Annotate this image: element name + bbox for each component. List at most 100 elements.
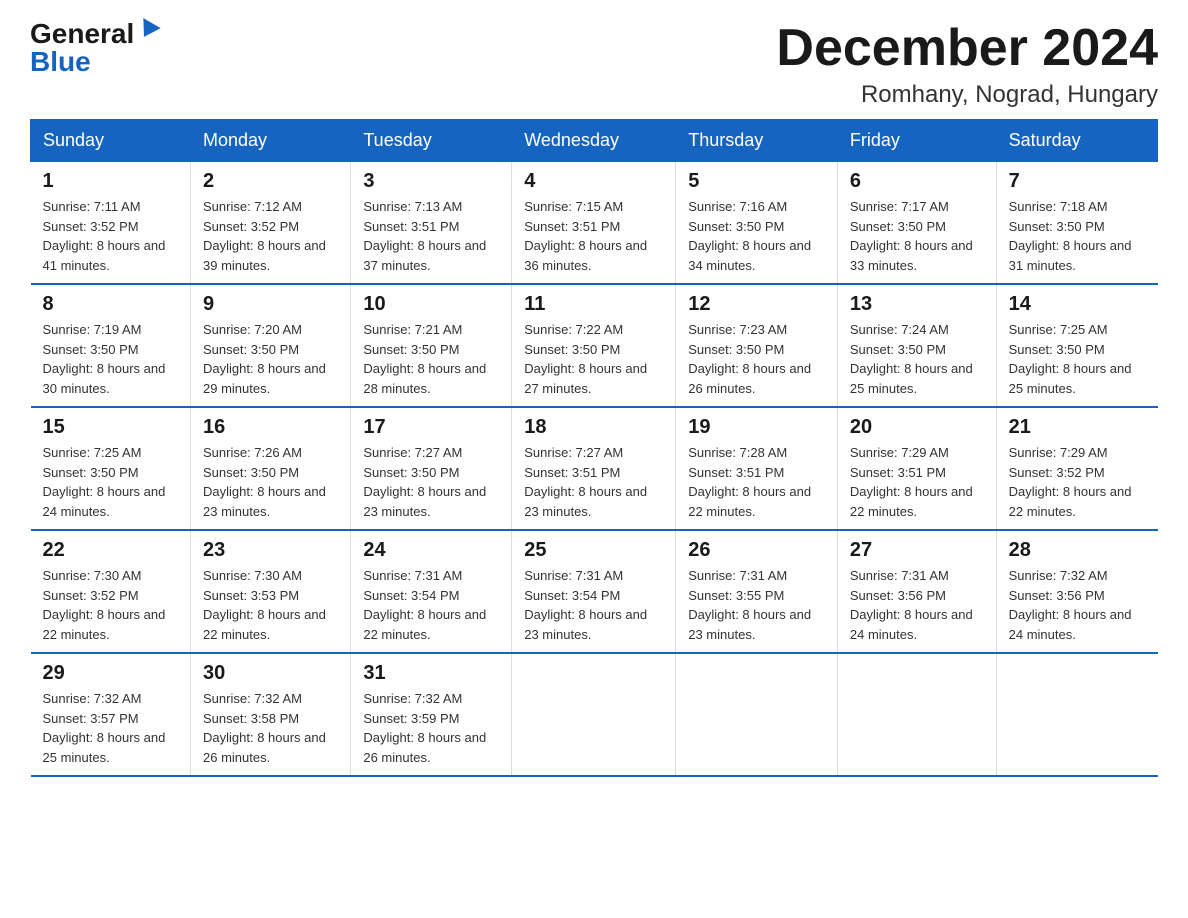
calendar-day-cell: 2 Sunrise: 7:12 AMSunset: 3:52 PMDaylight… xyxy=(191,162,351,285)
calendar-day-cell: 17 Sunrise: 7:27 AMSunset: 3:50 PMDayligh… xyxy=(351,407,512,530)
day-number: 24 xyxy=(363,539,499,562)
day-number: 23 xyxy=(203,539,338,562)
calendar-day-cell: 31 Sunrise: 7:32 AMSunset: 3:59 PMDayligh… xyxy=(351,653,512,776)
calendar-day-cell: 11Sunrise: 7:22 AMSunset: 3:50 PMDayligh… xyxy=(512,284,676,407)
calendar-day-cell xyxy=(512,653,676,776)
calendar-week-row: 29Sunrise: 7:32 AMSunset: 3:57 PMDayligh… xyxy=(31,653,1158,776)
day-number: 28 xyxy=(1009,539,1146,562)
calendar-day-cell: 25 Sunrise: 7:31 AMSunset: 3:54 PMDayligh… xyxy=(512,530,676,653)
day-number: 16 xyxy=(203,416,338,439)
calendar-day-cell: 14 Sunrise: 7:25 AMSunset: 3:50 PMDayligh… xyxy=(996,284,1157,407)
location-title: Romhany, Nograd, Hungary xyxy=(776,81,1158,109)
day-number: 20 xyxy=(850,416,984,439)
calendar-day-cell: 3 Sunrise: 7:13 AMSunset: 3:51 PMDaylight… xyxy=(351,162,512,285)
header-monday: Monday xyxy=(191,120,351,162)
calendar-day-cell: 15 Sunrise: 7:25 AMSunset: 3:50 PMDayligh… xyxy=(31,407,191,530)
calendar-day-cell: 8 Sunrise: 7:19 AMSunset: 3:50 PMDaylight… xyxy=(31,284,191,407)
day-info: Sunrise: 7:25 AMSunset: 3:50 PMDaylight:… xyxy=(43,443,179,521)
day-number: 3 xyxy=(363,170,499,193)
logo: General Blue xyxy=(30,20,158,76)
day-info: Sunrise: 7:20 AMSunset: 3:50 PMDaylight:… xyxy=(203,320,338,398)
day-number: 7 xyxy=(1009,170,1146,193)
header-wednesday: Wednesday xyxy=(512,120,676,162)
day-info: Sunrise: 7:16 AMSunset: 3:50 PMDaylight:… xyxy=(688,197,825,275)
day-number: 17 xyxy=(363,416,499,439)
day-info: Sunrise: 7:29 AMSunset: 3:51 PMDaylight:… xyxy=(850,443,984,521)
title-area: December 2024 Romhany, Nograd, Hungary xyxy=(776,20,1158,109)
day-number: 1 xyxy=(43,170,179,193)
calendar-day-cell: 27 Sunrise: 7:31 AMSunset: 3:56 PMDayligh… xyxy=(837,530,996,653)
day-info: Sunrise: 7:15 AMSunset: 3:51 PMDaylight:… xyxy=(524,197,663,275)
calendar-week-row: 8 Sunrise: 7:19 AMSunset: 3:50 PMDaylight… xyxy=(31,284,1158,407)
day-number: 2 xyxy=(203,170,338,193)
day-number: 21 xyxy=(1009,416,1146,439)
calendar-day-cell: 30 Sunrise: 7:32 AMSunset: 3:58 PMDayligh… xyxy=(191,653,351,776)
calendar-day-cell: 1 Sunrise: 7:11 AMSunset: 3:52 PMDaylight… xyxy=(31,162,191,285)
calendar-table: Sunday Monday Tuesday Wednesday Thursday… xyxy=(30,119,1158,777)
day-info: Sunrise: 7:13 AMSunset: 3:51 PMDaylight:… xyxy=(363,197,499,275)
day-info: Sunrise: 7:30 AMSunset: 3:52 PMDaylight:… xyxy=(43,566,179,644)
calendar-day-cell: 26Sunrise: 7:31 AMSunset: 3:55 PMDayligh… xyxy=(676,530,838,653)
day-info: Sunrise: 7:21 AMSunset: 3:50 PMDaylight:… xyxy=(363,320,499,398)
day-number: 27 xyxy=(850,539,984,562)
day-info: Sunrise: 7:31 AMSunset: 3:54 PMDaylight:… xyxy=(524,566,663,644)
day-number: 8 xyxy=(43,293,179,316)
header-saturday: Saturday xyxy=(996,120,1157,162)
day-info: Sunrise: 7:25 AMSunset: 3:50 PMDaylight:… xyxy=(1009,320,1146,398)
day-number: 22 xyxy=(43,539,179,562)
day-info: Sunrise: 7:32 AMSunset: 3:56 PMDaylight:… xyxy=(1009,566,1146,644)
day-number: 30 xyxy=(203,662,338,685)
calendar-day-cell: 13 Sunrise: 7:24 AMSunset: 3:50 PMDayligh… xyxy=(837,284,996,407)
calendar-week-row: 1 Sunrise: 7:11 AMSunset: 3:52 PMDaylight… xyxy=(31,162,1158,285)
day-info: Sunrise: 7:12 AMSunset: 3:52 PMDaylight:… xyxy=(203,197,338,275)
calendar-day-cell: 19Sunrise: 7:28 AMSunset: 3:51 PMDayligh… xyxy=(676,407,838,530)
header-friday: Friday xyxy=(837,120,996,162)
logo-general-text: General xyxy=(30,20,134,48)
day-number: 11 xyxy=(524,293,663,316)
calendar-week-row: 15 Sunrise: 7:25 AMSunset: 3:50 PMDayligh… xyxy=(31,407,1158,530)
calendar-day-cell: 6Sunrise: 7:17 AMSunset: 3:50 PMDaylight… xyxy=(837,162,996,285)
day-number: 14 xyxy=(1009,293,1146,316)
day-info: Sunrise: 7:24 AMSunset: 3:50 PMDaylight:… xyxy=(850,320,984,398)
day-number: 10 xyxy=(363,293,499,316)
calendar-day-cell: 9Sunrise: 7:20 AMSunset: 3:50 PMDaylight… xyxy=(191,284,351,407)
day-info: Sunrise: 7:31 AMSunset: 3:56 PMDaylight:… xyxy=(850,566,984,644)
calendar-day-cell: 10 Sunrise: 7:21 AMSunset: 3:50 PMDayligh… xyxy=(351,284,512,407)
logo-triangle-icon xyxy=(136,18,161,42)
day-info: Sunrise: 7:19 AMSunset: 3:50 PMDaylight:… xyxy=(43,320,179,398)
day-number: 13 xyxy=(850,293,984,316)
calendar-body: 1 Sunrise: 7:11 AMSunset: 3:52 PMDaylight… xyxy=(31,162,1158,777)
calendar-day-cell: 29Sunrise: 7:32 AMSunset: 3:57 PMDayligh… xyxy=(31,653,191,776)
header-tuesday: Tuesday xyxy=(351,120,512,162)
calendar-day-cell xyxy=(676,653,838,776)
calendar-day-cell: 28 Sunrise: 7:32 AMSunset: 3:56 PMDayligh… xyxy=(996,530,1157,653)
day-info: Sunrise: 7:27 AMSunset: 3:51 PMDaylight:… xyxy=(524,443,663,521)
weekday-header-row: Sunday Monday Tuesday Wednesday Thursday… xyxy=(31,120,1158,162)
day-info: Sunrise: 7:32 AMSunset: 3:59 PMDaylight:… xyxy=(363,689,499,767)
day-info: Sunrise: 7:11 AMSunset: 3:52 PMDaylight:… xyxy=(43,197,179,275)
day-number: 4 xyxy=(524,170,663,193)
calendar-day-cell: 12 Sunrise: 7:23 AMSunset: 3:50 PMDayligh… xyxy=(676,284,838,407)
day-number: 5 xyxy=(688,170,825,193)
day-info: Sunrise: 7:31 AMSunset: 3:55 PMDaylight:… xyxy=(688,566,825,644)
month-title: December 2024 xyxy=(776,20,1158,77)
day-number: 15 xyxy=(43,416,179,439)
calendar-day-cell: 5 Sunrise: 7:16 AMSunset: 3:50 PMDaylight… xyxy=(676,162,838,285)
day-info: Sunrise: 7:27 AMSunset: 3:50 PMDaylight:… xyxy=(363,443,499,521)
header-sunday: Sunday xyxy=(31,120,191,162)
calendar-day-cell xyxy=(996,653,1157,776)
calendar-day-cell: 22 Sunrise: 7:30 AMSunset: 3:52 PMDayligh… xyxy=(31,530,191,653)
day-number: 12 xyxy=(688,293,825,316)
calendar-header: Sunday Monday Tuesday Wednesday Thursday… xyxy=(31,120,1158,162)
day-number: 31 xyxy=(363,662,499,685)
day-info: Sunrise: 7:32 AMSunset: 3:58 PMDaylight:… xyxy=(203,689,338,767)
day-info: Sunrise: 7:29 AMSunset: 3:52 PMDaylight:… xyxy=(1009,443,1146,521)
day-number: 29 xyxy=(43,662,179,685)
day-number: 18 xyxy=(524,416,663,439)
calendar-day-cell: 7Sunrise: 7:18 AMSunset: 3:50 PMDaylight… xyxy=(996,162,1157,285)
calendar-day-cell: 20 Sunrise: 7:29 AMSunset: 3:51 PMDayligh… xyxy=(837,407,996,530)
day-info: Sunrise: 7:23 AMSunset: 3:50 PMDaylight:… xyxy=(688,320,825,398)
day-number: 6 xyxy=(850,170,984,193)
day-number: 25 xyxy=(524,539,663,562)
day-info: Sunrise: 7:26 AMSunset: 3:50 PMDaylight:… xyxy=(203,443,338,521)
